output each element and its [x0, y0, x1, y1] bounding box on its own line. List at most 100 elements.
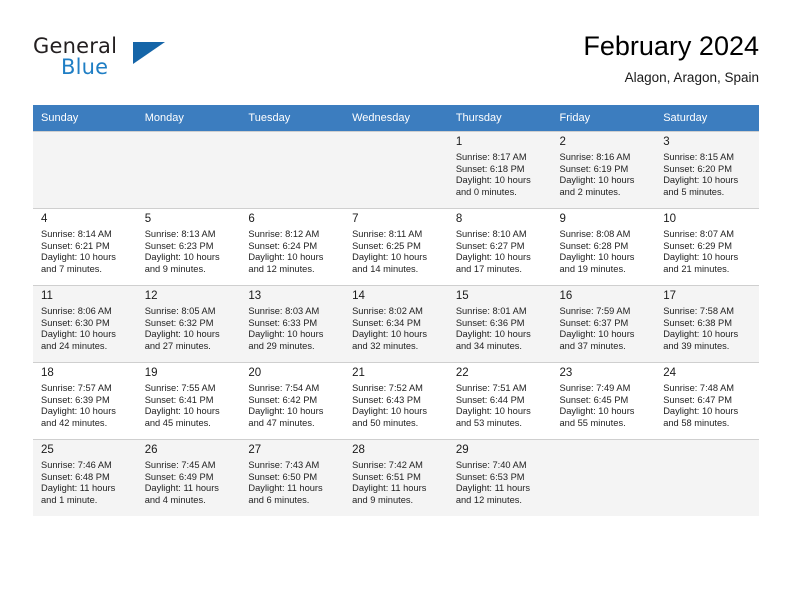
calendar-day-cell[interactable]: 16 Sunrise: 7:59 AM Sunset: 6:37 PM Dayligh… — [551, 286, 656, 363]
calendar-day-cell[interactable]: 21 Sunrise: 7:52 AM Sunset: 6:43 PM Dayligh… — [344, 363, 448, 440]
calendar-week-row: 25 Sunrise: 7:46 AM Sunset: 6:48 PM Dayligh… — [33, 439, 759, 516]
sunset-text: Sunset: 6:37 PM — [559, 317, 629, 328]
sunrise-text: Sunrise: 7:42 AM — [352, 460, 423, 470]
calendar-day-cell[interactable]: 19 Sunrise: 7:55 AM Sunset: 6:41 PM Dayligh… — [136, 363, 241, 440]
calendar-page: General Blue February 2024 Alagon, Arago… — [0, 0, 792, 612]
day-cell-inner: 29 Sunrise: 7:40 AM Sunset: 6:53 PM Dayligh… — [447, 440, 552, 516]
calendar-day-cell[interactable]: 3 Sunrise: 8:15 AM Sunset: 6:20 PM Daylight… — [655, 132, 759, 209]
sunset-text: Sunset: 6:51 PM — [352, 471, 421, 482]
calendar-day-cell[interactable]: 17 Sunrise: 7:58 AM Sunset: 6:38 PM Dayligh… — [655, 286, 759, 363]
sunrise-text: Sunrise: 8:12 AM — [248, 229, 320, 239]
sunrise-text: Sunrise: 8:02 AM — [352, 306, 423, 316]
day-number: 5 — [144, 213, 152, 225]
daylight-text-line2: and 27 minutes. — [144, 340, 211, 351]
calendar-day-cell[interactable]: 15 Sunrise: 8:01 AM Sunset: 6:36 PM Dayligh… — [447, 286, 552, 363]
calendar-day-cell[interactable]: 22 Sunrise: 7:51 AM Sunset: 6:44 PM Dayligh… — [447, 363, 552, 440]
calendar-day-cell-empty — [240, 132, 345, 209]
calendar-week-row: 1 Sunrise: 8:17 AM Sunset: 6:18 PM Daylight… — [33, 131, 759, 209]
day-details: Sunrise: 7:59 AM Sunset: 6:37 PM Daylight:… — [560, 306, 650, 352]
day-details: Sunrise: 8:07 AM Sunset: 6:29 PM Daylight:… — [663, 229, 753, 275]
calendar-day-cell[interactable]: 23 Sunrise: 7:49 AM Sunset: 6:45 PM Dayligh… — [551, 363, 656, 440]
daylight-text-line2: and 55 minutes. — [559, 417, 626, 428]
sunrise-text: Sunrise: 7:55 AM — [144, 383, 216, 393]
day-details: Sunrise: 7:48 AM Sunset: 6:47 PM Daylight:… — [663, 383, 753, 429]
sunset-text: Sunset: 6:27 PM — [455, 240, 525, 251]
day-number: 15 — [455, 290, 469, 302]
calendar-day-cell[interactable]: 11 Sunrise: 8:06 AM Sunset: 6:30 PM Dayligh… — [33, 286, 137, 363]
calendar-day-cell[interactable]: 9 Sunrise: 8:08 AM Sunset: 6:28 PM Daylight… — [551, 209, 656, 286]
day-number: 23 — [559, 367, 573, 379]
general-blue-logo[interactable]: General Blue — [33, 34, 233, 90]
logo-triangle-icon — [133, 42, 165, 64]
sunrise-sunset-calendar: Sunday Monday Tuesday Wednesday Thursday… — [33, 105, 759, 516]
day-cell-inner: 17 Sunrise: 7:58 AM Sunset: 6:38 PM Dayligh… — [655, 286, 759, 362]
calendar-day-cell[interactable]: 10 Sunrise: 8:07 AM Sunset: 6:29 PM Dayligh… — [655, 209, 759, 286]
sunrise-text: Sunrise: 8:03 AM — [248, 306, 320, 316]
calendar-day-cell[interactable]: 28 Sunrise: 7:42 AM Sunset: 6:51 PM Dayligh… — [344, 440, 448, 516]
calendar-day-cell[interactable]: 8 Sunrise: 8:10 AM Sunset: 6:27 PM Daylight… — [447, 209, 552, 286]
calendar-day-cell[interactable]: 29 Sunrise: 7:40 AM Sunset: 6:53 PM Dayligh… — [447, 440, 552, 516]
daylight-text-line1: Daylight: 10 hours — [455, 252, 531, 263]
sunset-text: Sunset: 6:21 PM — [41, 240, 110, 251]
daylight-text-line1: Daylight: 10 hours — [455, 175, 531, 186]
calendar-day-cell[interactable]: 4 Sunrise: 8:14 AM Sunset: 6:21 PM Daylight… — [33, 209, 137, 286]
calendar-day-cell[interactable]: 13 Sunrise: 8:03 AM Sunset: 6:33 PM Dayligh… — [240, 286, 345, 363]
calendar-day-cell[interactable]: 6 Sunrise: 8:12 AM Sunset: 6:24 PM Daylight… — [240, 209, 345, 286]
day-number: 29 — [455, 444, 469, 456]
day-details: Sunrise: 8:17 AM Sunset: 6:18 PM Daylight:… — [456, 152, 546, 198]
calendar-day-cell[interactable]: 20 Sunrise: 7:54 AM Sunset: 6:42 PM Dayligh… — [240, 363, 345, 440]
location-subtitle: Alagon, Aragon, Spain — [624, 70, 759, 85]
daylight-text-line2: and 34 minutes. — [455, 340, 522, 351]
daylight-text-line2: and 21 minutes. — [663, 263, 730, 274]
sunset-text: Sunset: 6:32 PM — [144, 317, 214, 328]
day-cell-inner — [240, 132, 345, 208]
day-cell-inner: 20 Sunrise: 7:54 AM Sunset: 6:42 PM Dayligh… — [240, 363, 345, 439]
calendar-day-cell[interactable]: 27 Sunrise: 7:43 AM Sunset: 6:50 PM Dayligh… — [240, 440, 345, 516]
day-details: Sunrise: 7:58 AM Sunset: 6:38 PM Daylight:… — [663, 306, 753, 352]
daylight-text-line1: Daylight: 10 hours — [144, 406, 220, 417]
daylight-text-line2: and 53 minutes. — [455, 417, 522, 428]
sunrise-text: Sunrise: 7:48 AM — [663, 383, 735, 393]
calendar-day-cell[interactable]: 14 Sunrise: 8:02 AM Sunset: 6:34 PM Dayligh… — [344, 286, 448, 363]
calendar-week-row: 4 Sunrise: 8:14 AM Sunset: 6:21 PM Daylight… — [33, 208, 759, 286]
sunrise-text: Sunrise: 8:05 AM — [144, 306, 216, 316]
page-title: February 2024 — [583, 31, 759, 61]
calendar-week-row: 11 Sunrise: 8:06 AM Sunset: 6:30 PM Dayligh… — [33, 285, 759, 363]
weekday-header-saturday: Saturday — [655, 105, 759, 132]
calendar-day-cell[interactable]: 5 Sunrise: 8:13 AM Sunset: 6:23 PM Daylight… — [136, 209, 241, 286]
day-cell-inner: 8 Sunrise: 8:10 AM Sunset: 6:27 PM Daylight… — [447, 209, 552, 285]
sunset-text: Sunset: 6:44 PM — [455, 394, 525, 405]
day-details: Sunrise: 7:51 AM Sunset: 6:44 PM Daylight:… — [456, 383, 546, 429]
calendar-day-cell-empty — [551, 440, 656, 516]
sunrise-text: Sunrise: 8:13 AM — [144, 229, 216, 239]
calendar-day-cell-empty — [33, 132, 137, 209]
day-details: Sunrise: 8:13 AM Sunset: 6:23 PM Daylight:… — [145, 229, 235, 275]
day-details: Sunrise: 8:12 AM Sunset: 6:24 PM Daylight:… — [248, 229, 338, 275]
calendar-day-cell[interactable]: 12 Sunrise: 8:05 AM Sunset: 6:32 PM Dayligh… — [136, 286, 241, 363]
calendar-day-cell[interactable]: 26 Sunrise: 7:45 AM Sunset: 6:49 PM Dayligh… — [136, 440, 241, 516]
daylight-text-line2: and 17 minutes. — [455, 263, 522, 274]
calendar-day-cell[interactable]: 2 Sunrise: 8:16 AM Sunset: 6:19 PM Daylight… — [551, 132, 656, 209]
sunrise-text: Sunrise: 8:07 AM — [663, 229, 735, 239]
day-cell-inner: 24 Sunrise: 7:48 AM Sunset: 6:47 PM Dayligh… — [655, 363, 759, 439]
daylight-text-line2: and 6 minutes. — [248, 494, 310, 505]
weekday-header-monday: Monday — [136, 105, 241, 132]
calendar-day-cell[interactable]: 7 Sunrise: 8:11 AM Sunset: 6:25 PM Daylight… — [344, 209, 448, 286]
day-number: 17 — [663, 290, 677, 302]
calendar-day-cell[interactable]: 24 Sunrise: 7:48 AM Sunset: 6:47 PM Dayligh… — [655, 363, 759, 440]
sunrise-text: Sunrise: 7:58 AM — [663, 306, 735, 316]
calendar-day-cell[interactable]: 1 Sunrise: 8:17 AM Sunset: 6:18 PM Daylight… — [447, 132, 552, 209]
daylight-text-line1: Daylight: 10 hours — [352, 406, 428, 417]
calendar-day-cell[interactable]: 25 Sunrise: 7:46 AM Sunset: 6:48 PM Dayligh… — [33, 440, 137, 516]
calendar-day-cell-empty — [344, 132, 448, 209]
day-details: Sunrise: 7:40 AM Sunset: 6:53 PM Daylight:… — [456, 460, 546, 506]
day-details: Sunrise: 8:11 AM Sunset: 6:25 PM Daylight:… — [352, 229, 442, 275]
calendar-day-cell[interactable]: 18 Sunrise: 7:57 AM Sunset: 6:39 PM Dayligh… — [33, 363, 137, 440]
daylight-text-line2: and 9 minutes. — [144, 263, 206, 274]
calendar-day-cell-empty — [655, 440, 759, 516]
day-cell-inner: 9 Sunrise: 8:08 AM Sunset: 6:28 PM Daylight… — [551, 209, 656, 285]
calendar-week-row: 18 Sunrise: 7:57 AM Sunset: 6:39 PM Dayligh… — [33, 362, 759, 440]
daylight-text-line1: Daylight: 11 hours — [144, 483, 219, 494]
sunset-text: Sunset: 6:38 PM — [663, 317, 732, 328]
day-details: Sunrise: 8:14 AM Sunset: 6:21 PM Daylight:… — [41, 229, 131, 275]
